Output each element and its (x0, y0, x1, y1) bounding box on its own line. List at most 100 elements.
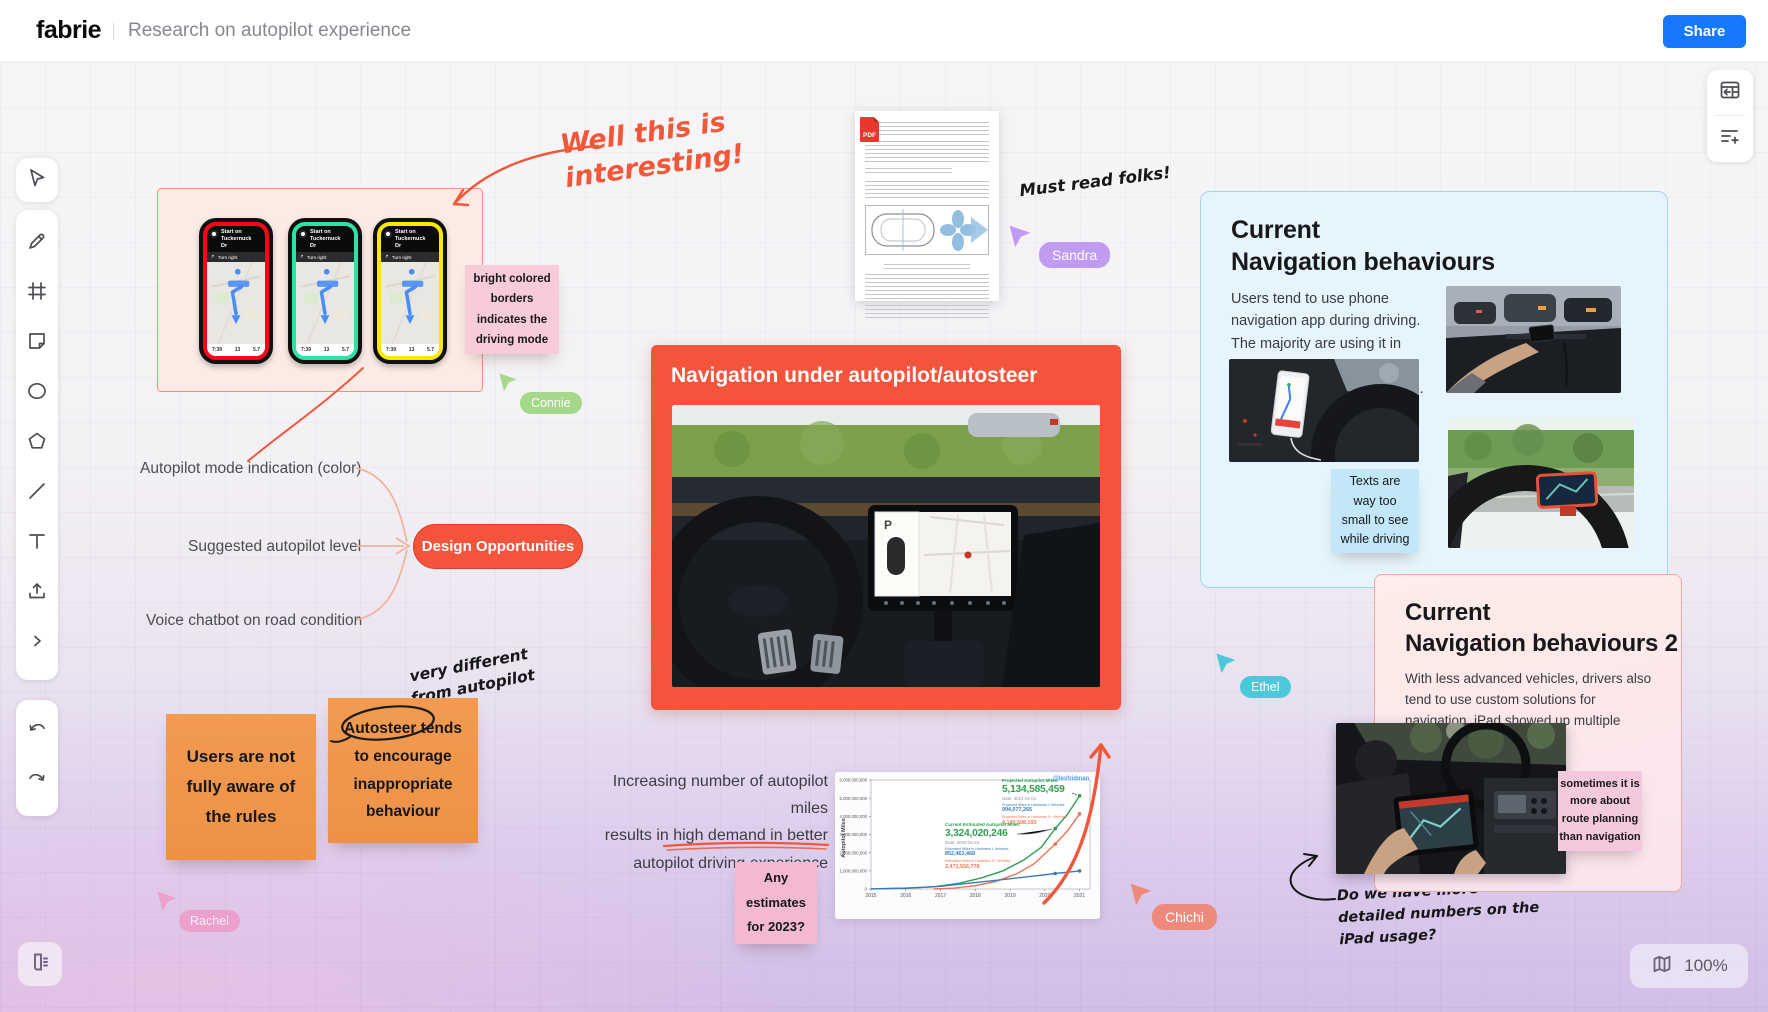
cursor-arrow-icon (1007, 224, 1033, 248)
sticky-autosteer-behaviour[interactable]: Autosteer tends to encourage inappropria… (328, 698, 478, 843)
phone-mock-red[interactable]: Start on Tuckernuck Dr ↱Turn right 7:391… (199, 218, 273, 364)
undo-icon (26, 718, 48, 745)
mindmap-branch-autopilot-level[interactable]: Suggested autopilot level (188, 538, 361, 556)
nav-map (381, 262, 439, 344)
cursor-connie: Connie (497, 372, 519, 397)
ellipse-icon (26, 380, 48, 407)
cursor-rachel: Rachel (155, 890, 179, 917)
zoom-control[interactable]: 100% (1630, 944, 1748, 988)
list-add-icon (1718, 124, 1742, 153)
steering-wheel-icon (299, 230, 307, 238)
cursor-ethel: Ethel (1214, 652, 1238, 679)
redo-button[interactable] (16, 756, 58, 806)
pen-tool-button[interactable] (16, 218, 58, 268)
nav-map (296, 262, 354, 344)
toolbar-select-group (16, 158, 58, 202)
line-tool-button[interactable] (16, 468, 58, 518)
svg-text:2017: 2017 (935, 893, 946, 899)
share-button[interactable]: Share (1663, 15, 1746, 48)
frame-icon (26, 280, 48, 307)
cursor-chichi: Chichi (1128, 882, 1154, 911)
line-icon (26, 480, 48, 507)
select-tool-button[interactable] (16, 158, 58, 202)
pages-panel-button[interactable] (18, 942, 62, 986)
insight-text[interactable]: Increasing number of autopilot miles res… (600, 768, 828, 877)
minimap-icon (1650, 952, 1674, 981)
svg-text:6,000,000,000: 6,000,000,000 (840, 778, 868, 783)
panel-layout-icon (1718, 78, 1742, 107)
svg-text:1,000,000,000: 1,000,000,000 (840, 868, 868, 873)
svg-text:2021: 2021 (1074, 893, 1085, 899)
mindmap-node-design-opportunities[interactable]: Design Opportunities (413, 524, 583, 569)
svg-text:0: 0 (865, 887, 868, 892)
undo-button[interactable] (16, 706, 58, 756)
sticky-estimates-2023[interactable]: Any estimates for 2023? (735, 862, 817, 944)
pencil-icon (26, 230, 48, 257)
cursor-sandra: Sandra (1007, 224, 1033, 253)
text-tool-button[interactable] (16, 518, 58, 568)
board-title[interactable]: Research on autopilot experience (128, 20, 411, 42)
pdf-figure-car-sensors (865, 205, 989, 255)
sidebar-pages-icon (28, 950, 52, 979)
photo-hand-adjusting-phone[interactable] (1446, 286, 1621, 393)
toolbar-history-group (16, 700, 58, 816)
svg-text:2018: 2018 (970, 893, 981, 899)
phone-mock-green[interactable]: Start on Tuckernuck Dr ↱Turn right 7:391… (288, 218, 362, 364)
upload-icon (26, 580, 48, 607)
app-logo[interactable]: fabrie (36, 16, 101, 45)
svg-text:4,000,000,000: 4,000,000,000 (840, 814, 868, 819)
card-current-navigation-behaviours[interactable]: Current Navigation behaviours Users tend… (1200, 191, 1668, 588)
photo-tesla-interior[interactable]: P (672, 405, 1100, 687)
cursor-arrow-icon (155, 890, 179, 912)
pentagon-icon (26, 430, 48, 457)
cursor-arrow-icon (1214, 652, 1238, 674)
turn-right-icon: ↱ (385, 254, 389, 260)
nav-map (207, 262, 265, 344)
pdf-badge: PDF (860, 117, 879, 142)
sticky-bright-borders[interactable]: bright colored borders indicates the dri… (465, 265, 559, 354)
chart-annotation-projected: Projected Autopilot Miles: 5,134,585,459… (1002, 778, 1067, 826)
photo-phone-dashboard-mount[interactable] (1229, 359, 1419, 462)
mindmap-branch-mode-indication[interactable]: Autopilot mode indication (color) (140, 460, 361, 478)
chevron-right-icon (29, 633, 45, 654)
svg-text:2016: 2016 (900, 893, 911, 899)
sticky-texts-too-small[interactable]: Texts are way too small to see while dri… (1331, 469, 1419, 553)
text-icon (26, 530, 48, 557)
frame-tool-button[interactable] (16, 268, 58, 318)
pdf-document[interactable]: PDF (855, 111, 999, 301)
collapse-panel-button[interactable] (1709, 70, 1751, 115)
card-title-line1: Current (1231, 216, 1320, 245)
phone-screens-frame[interactable]: Start on Tuckernuck Dr ↱Turn right 7:391… (157, 188, 483, 392)
mindmap-branch-voice-chatbot[interactable]: Voice chatbot on road condition (146, 612, 362, 630)
upload-tool-button[interactable] (16, 568, 58, 618)
card-current-navigation-behaviours-2[interactable]: Current Navigation behaviours 2 With les… (1374, 574, 1682, 892)
sticky-note-tool-button[interactable] (16, 318, 58, 368)
phone-mock-yellow[interactable]: Start on Tuckernuck Dr ↱Turn right 7:391… (373, 218, 447, 364)
cursor-arrow-icon (1128, 882, 1154, 906)
nav-destination: Start on Tuckernuck Dr (221, 229, 262, 250)
autopilot-miles-chart[interactable]: 01,000,000,0002,000,000,0003,000,000,000… (835, 772, 1100, 919)
steering-wheel-icon (384, 230, 392, 238)
svg-text:P: P (884, 518, 892, 532)
photo-driver-with-ipad[interactable] (1336, 723, 1566, 874)
card-navigation-under-autopilot[interactable]: Navigation under autopilot/autosteer P (651, 345, 1121, 710)
more-tools-button[interactable] (16, 618, 58, 668)
turn-right-icon: ↱ (211, 254, 215, 260)
redo-icon (26, 768, 48, 795)
top-bar: fabrie Research on autopilot experience … (0, 0, 1768, 62)
card-title-line2: Navigation behaviours (1231, 248, 1495, 277)
sticky-route-planning[interactable]: sometimes it is more about route plannin… (1558, 771, 1642, 851)
add-outline-button[interactable] (1709, 116, 1751, 161)
photo-phone-on-steering-wheel[interactable] (1448, 418, 1634, 548)
right-side-panel (1707, 70, 1753, 162)
cursor-arrow-icon (497, 372, 519, 392)
svg-text:Autopilot Miles: Autopilot Miles (841, 818, 847, 857)
sticky-users-not-aware[interactable]: Users are not fully aware of the rules (166, 714, 316, 860)
ellipse-tool-button[interactable] (16, 368, 58, 418)
toolbar-main-group (16, 210, 58, 680)
zoom-level[interactable]: 100% (1684, 956, 1727, 976)
card-title: Navigation under autopilot/autosteer (671, 364, 1037, 388)
steering-wheel-icon (210, 230, 218, 238)
chart-annotation-current: Current Estimated Autopilot Miles: 3,324… (945, 822, 1020, 870)
polygon-tool-button[interactable] (16, 418, 58, 468)
